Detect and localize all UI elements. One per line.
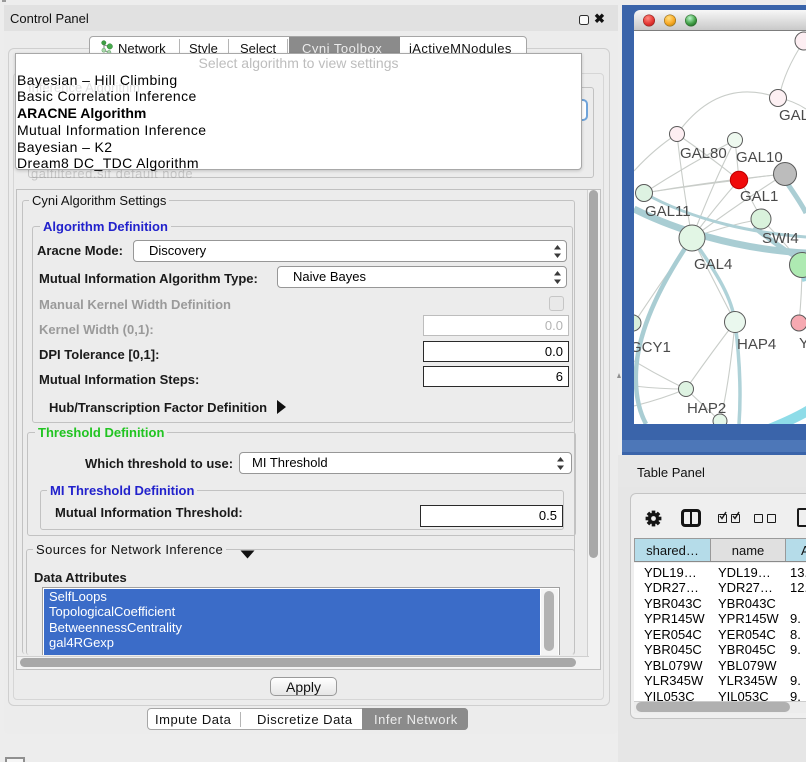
svg-text:SWI4: SWI4: [762, 230, 799, 247]
svg-text:HAP4: HAP4: [737, 336, 776, 353]
svg-text:GAL11: GAL11: [645, 203, 691, 220]
svg-text:GAL80: GAL80: [680, 145, 727, 162]
svg-text:GCY1: GCY1: [634, 339, 671, 356]
svg-text:GAL4: GAL4: [694, 256, 732, 273]
svg-text:GAL2: GAL2: [779, 107, 806, 124]
svg-text:HAP2: HAP2: [687, 400, 726, 417]
svg-text:YER: YER: [799, 335, 806, 352]
svg-text:GAL10: GAL10: [736, 149, 783, 166]
svg-text:GAL1: GAL1: [740, 188, 778, 205]
